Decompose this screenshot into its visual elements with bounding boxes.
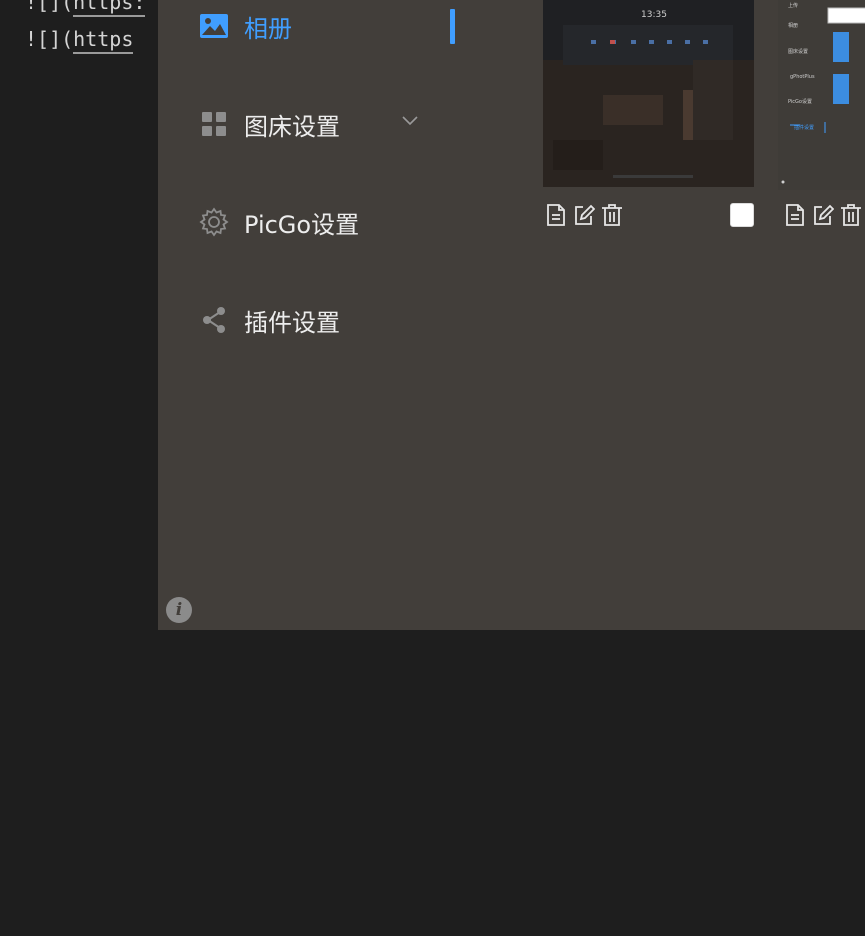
editor-line-prefix: ![]( <box>25 0 74 14</box>
sidebar: 相册 图床设置 PicGo设置 插件设置 i <box>158 0 458 630</box>
editor-line-url: https: <box>73 0 146 17</box>
chevron-down-icon[interactable] <box>401 114 419 128</box>
delete-icon[interactable] <box>839 201 863 229</box>
editor-line-1[interactable]: ![](https: <box>25 0 146 17</box>
sidebar-item-label: 图床设置 <box>244 112 340 141</box>
thumbnail-2-actions <box>783 201 863 229</box>
info-icon[interactable]: i <box>166 597 192 623</box>
thumbnail-text: 相册 <box>788 23 799 29</box>
gallery-thumbnail[interactable]: 上传 相册 图床设置 gPhotPlus PicGo设置 插件设置 <box>778 0 865 190</box>
copy-link-icon[interactable] <box>544 201 568 229</box>
sidebar-item-label: 插件设置 <box>244 308 340 337</box>
sidebar-item-label: 相册 <box>244 14 292 43</box>
sidebar-item-picgo-settings[interactable]: PicGo设置 <box>158 197 458 247</box>
image-icon <box>199 11 229 41</box>
editor-line-2[interactable]: ![](https <box>25 25 134 54</box>
editor-line-prefix: ![]( <box>25 27 74 51</box>
sidebar-item-label: PicGo设置 <box>244 210 360 239</box>
editor-line-url: https <box>73 27 134 54</box>
edit-icon[interactable] <box>811 201 835 229</box>
thumbnail-text: 插件设置 <box>794 125 815 131</box>
thumbnail-text: PicGo设置 <box>788 99 812 105</box>
thumbnail-clock: 13:35 <box>641 10 667 20</box>
picgo-window: 相册 图床设置 PicGo设置 插件设置 i 13:35 上传 相册 图床设置 … <box>158 0 865 630</box>
grid-icon <box>199 109 229 139</box>
edit-icon[interactable] <box>572 201 596 229</box>
select-checkbox[interactable] <box>730 203 754 227</box>
thumbnail-text: gPhotPlus <box>790 74 815 80</box>
sidebar-item-gallery[interactable]: 相册 <box>158 1 458 51</box>
gear-icon <box>199 207 229 237</box>
gallery-thumbnail[interactable]: 13:35 <box>543 0 754 187</box>
thumbnail-image <box>543 0 754 187</box>
thumbnail-1-actions <box>544 201 624 229</box>
share-icon <box>199 305 229 335</box>
thumbnail-text: 上传 <box>788 3 799 9</box>
delete-icon[interactable] <box>600 201 624 229</box>
copy-link-icon[interactable] <box>783 201 807 229</box>
thumbnail-text: 图床设置 <box>788 49 809 55</box>
active-indicator <box>450 9 455 44</box>
sidebar-item-plugins[interactable]: 插件设置 <box>158 295 458 345</box>
